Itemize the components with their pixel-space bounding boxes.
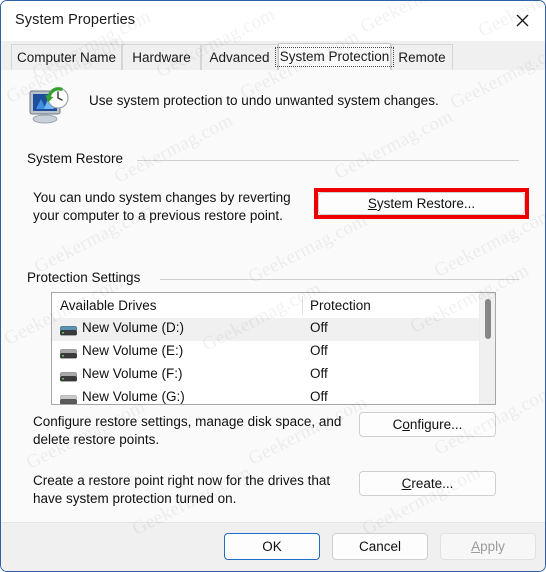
column-header-available-drives[interactable]: Available Drives (52, 293, 302, 318)
tab-advanced[interactable]: Advanced (201, 44, 278, 70)
button-label: Configure... (393, 417, 463, 432)
description-line: You can undo system changes by reverting (33, 190, 291, 205)
dialog-footer: OK Cancel Apply (1, 522, 545, 571)
close-button[interactable] (499, 1, 545, 40)
group-system-restore: System Restore (27, 151, 519, 166)
tab-hardware[interactable]: Hardware (122, 44, 201, 70)
system-restore-button[interactable]: System Restore... (318, 192, 525, 215)
description-line: Configure restore settings, manage disk … (33, 414, 342, 429)
button-label: Cancel (358, 539, 402, 554)
group-divider (160, 279, 519, 280)
label-rest: pply (480, 539, 505, 554)
drive-protection-status: Off (310, 343, 328, 358)
tab-label: System Protection (274, 47, 395, 67)
drive-name: New Volume (D:) (82, 320, 185, 335)
table-row[interactable]: New Volume (F:) Off (52, 364, 495, 387)
label-rest: reate... (411, 476, 454, 491)
tab-strip: Computer Name Hardware Advanced System P… (1, 41, 545, 71)
description-line: Create a restore point right now for the… (33, 473, 331, 488)
apply-button: Apply (440, 533, 536, 560)
label-rest: ystem Restore... (376, 196, 476, 211)
button-label: Apply (471, 539, 505, 554)
button-label: Create... (402, 476, 454, 491)
drive-icon (60, 324, 77, 336)
drive-name: New Volume (G:) (82, 389, 185, 404)
description-line: delete restore points. (33, 432, 160, 447)
listview-header: Available Drives Protection (52, 293, 495, 319)
drive-name: New Volume (F:) (82, 366, 183, 381)
listview-rows: New Volume (D:) Off New Volume (E:) Off (52, 318, 495, 404)
drive-icon (60, 347, 77, 359)
available-drives-listview[interactable]: Available Drives Protection New Volume (… (51, 292, 496, 405)
listview-scrollbar[interactable] (479, 293, 495, 404)
accel-char: C (401, 476, 412, 491)
table-row[interactable]: New Volume (E:) Off (52, 341, 495, 364)
tab-label: Computer Name (16, 50, 117, 65)
create-description: Create a restore point right now for the… (33, 472, 353, 508)
intro-text: Use system protection to undo unwanted s… (89, 93, 439, 108)
table-row[interactable]: New Volume (D:) Off (52, 318, 495, 341)
drive-name: New Volume (E:) (82, 343, 184, 358)
drive-icon (60, 370, 77, 382)
label-pre: C (392, 417, 403, 432)
column-header-protection[interactable]: Protection (302, 293, 480, 318)
description-line: your computer to a previous restore poin… (33, 208, 283, 223)
system-restore-description: You can undo system changes by reverting… (33, 189, 313, 225)
group-divider (137, 160, 519, 161)
tab-label: Remote (398, 50, 446, 65)
system-restore-icon (27, 86, 71, 128)
button-label: System Restore... (368, 196, 475, 211)
tab-panel-system-protection: Use system protection to undo unwanted s… (1, 70, 545, 522)
configure-button[interactable]: Configure... (359, 412, 496, 437)
drive-protection-status: Off (310, 366, 328, 381)
drive-protection-status: Off (310, 320, 328, 335)
tab-label: Hardware (132, 50, 191, 65)
label-rest: nfigure... (409, 417, 463, 432)
configure-description: Configure restore settings, manage disk … (33, 413, 353, 449)
page-title: System Properties (15, 12, 136, 28)
group-label-system-restore: System Restore (27, 151, 132, 166)
system-properties-window: System Properties Computer Name Hardware… (0, 0, 546, 572)
group-label-protection-settings: Protection Settings (27, 270, 149, 285)
cancel-button[interactable]: Cancel (332, 533, 428, 560)
button-label: OK (262, 539, 282, 554)
description-line: have system protection turned on. (33, 491, 237, 506)
ok-button[interactable]: OK (224, 533, 320, 560)
tab-system-protection[interactable]: System Protection (274, 43, 395, 70)
accel-char: o (402, 417, 410, 432)
drive-protection-status: Off (310, 389, 328, 404)
drive-icon (60, 393, 77, 404)
create-button[interactable]: Create... (359, 471, 496, 496)
tab-computer-name[interactable]: Computer Name (11, 44, 122, 70)
title-bar: System Properties (1, 1, 545, 41)
close-icon (516, 14, 529, 27)
tab-label: Advanced (209, 50, 270, 65)
accel-char: A (471, 539, 481, 554)
table-row[interactable]: New Volume (G:) Off (52, 387, 495, 404)
accel-char: S (367, 196, 377, 211)
tab-remote[interactable]: Remote (391, 44, 453, 70)
group-protection-settings: Protection Settings (27, 270, 519, 285)
scrollbar-thumb[interactable] (485, 299, 491, 339)
